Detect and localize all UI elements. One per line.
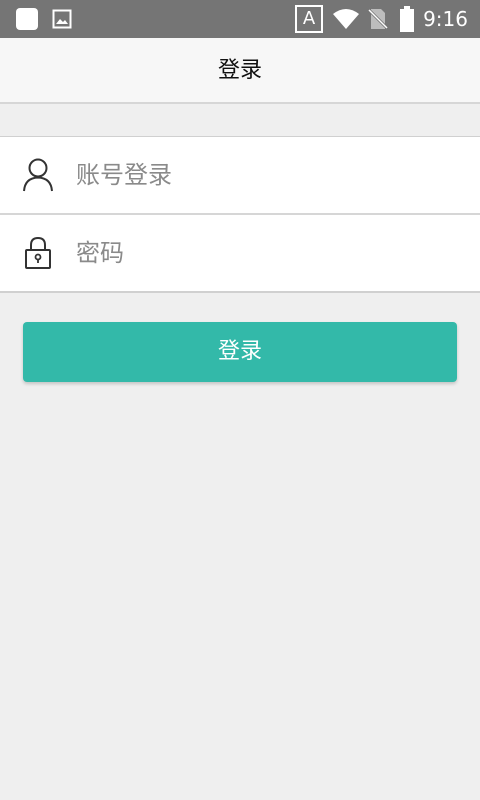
page-title: 登录: [217, 58, 262, 83]
battery-icon: [400, 6, 414, 32]
image-icon: [52, 9, 72, 29]
login-button[interactable]: 登录: [23, 322, 457, 382]
status-bar: A 9:16: [0, 0, 480, 38]
account-input[interactable]: [76, 151, 456, 199]
wifi-icon: [333, 9, 359, 29]
no-sim-icon: [368, 8, 388, 30]
a-indicator-icon: A: [295, 5, 323, 33]
status-time: 9:16: [423, 7, 468, 31]
password-input[interactable]: [76, 229, 456, 277]
title-bar: 登录: [0, 38, 480, 104]
password-row: [0, 213, 480, 291]
account-row: [0, 137, 480, 213]
login-form: [0, 136, 480, 293]
app-square-icon: [16, 8, 38, 30]
user-icon: [23, 158, 53, 192]
lock-icon: [25, 236, 51, 269]
